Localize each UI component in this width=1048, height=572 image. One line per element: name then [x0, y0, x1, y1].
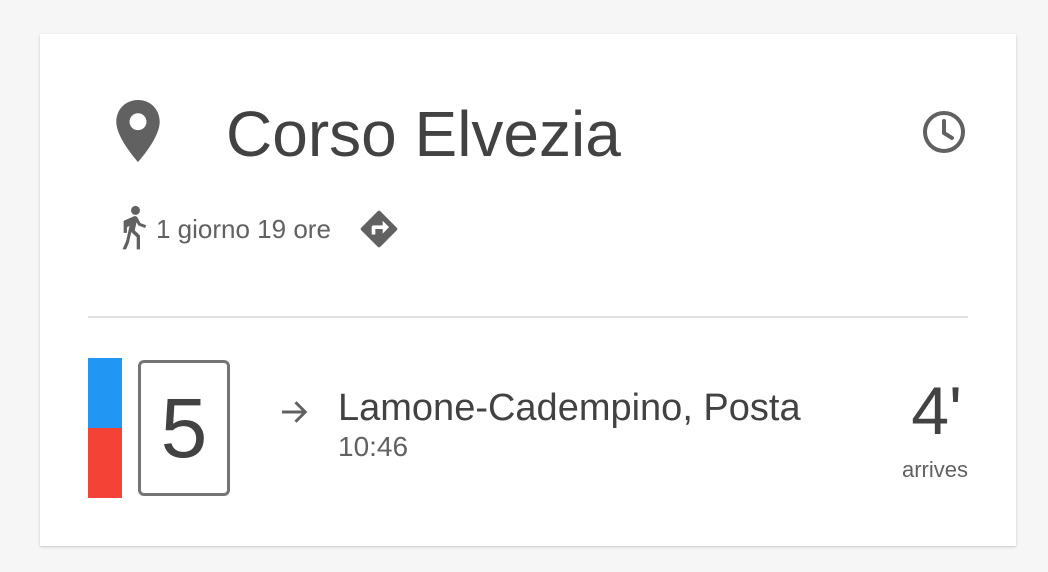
stop-name: Corso Elvezia — [226, 98, 621, 170]
arrival-status: arrives — [901, 457, 968, 482]
clock-icon[interactable] — [920, 108, 968, 156]
location-pin-icon — [116, 100, 160, 162]
destination-name: Lamone-Cadempino, Posta — [338, 387, 801, 429]
walking-info: 1 giorno 19 ore — [116, 204, 401, 254]
minutes-until-arrival: 4' — [911, 373, 962, 449]
walking-person-icon — [122, 205, 147, 250]
departure-time: 10:46 — [338, 431, 409, 462]
line-number-badge[interactable]: 5 — [138, 360, 230, 496]
stop-card: Corso Elvezia 1 giorno 19 ore 5 Lamone-C… — [40, 34, 1016, 546]
line-color-blue — [88, 358, 122, 428]
walking-duration: 1 giorno 19 ore — [156, 213, 331, 244]
arrow-right-icon — [282, 401, 308, 423]
line-color-indicator — [88, 358, 122, 498]
divider — [88, 316, 968, 318]
line-color-red — [88, 428, 122, 498]
directions-icon[interactable] — [357, 207, 401, 251]
